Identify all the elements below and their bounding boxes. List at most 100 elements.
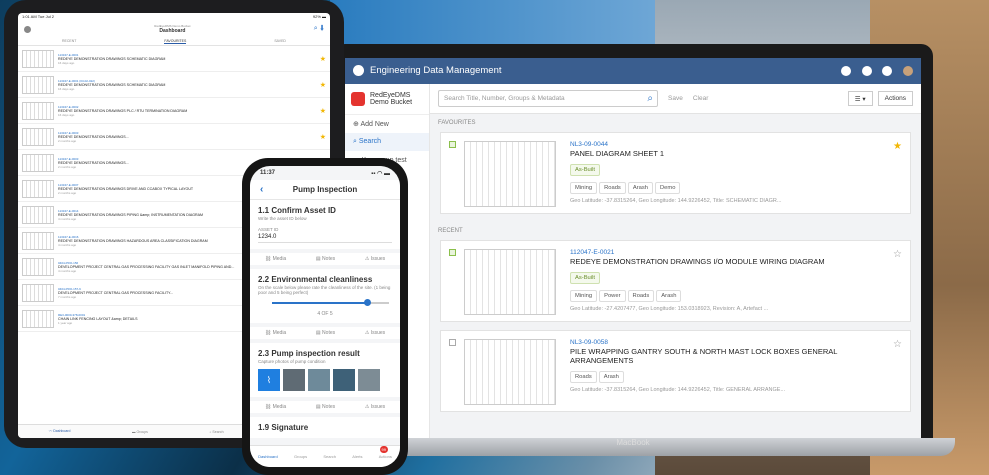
help-icon[interactable] [861,65,872,76]
tab-dashboard[interactable]: 〰 Dashboard [49,429,71,434]
tab-label: Dashboard [53,429,71,433]
tag-badge[interactable]: Power [599,290,626,302]
notes-button[interactable]: ▤ Notes [316,330,335,336]
tag-badge[interactable]: Mining [570,290,598,302]
status-time: 1:01 AM Tue Jul 2 [22,14,55,19]
search-icon[interactable]: ⌕ ⬇ [314,25,324,33]
iphone-device: 11:37 ▪▪ ◠ ▬ ‹ Pump Inspection 1.1 Confirm… [242,158,408,475]
photo-thumbnail[interactable] [333,369,355,391]
list-item[interactable]: 113347-E-0003 REDEYE DEMONSTRATION DRAWIN… [18,124,330,150]
bell-icon[interactable] [882,65,893,76]
clear-button[interactable]: Clear [693,95,709,102]
tab-search[interactable]: ⌕ Search [209,430,223,434]
tag-badge[interactable]: Arash [598,371,624,383]
iphone-screen: 11:37 ▪▪ ◠ ▬ ‹ Pump Inspection 1.1 Confirm… [250,166,400,467]
bucket-selector[interactable]: RedEyeDMS Demo Bucket [345,84,429,115]
tab-dashboard[interactable]: Dashboard [258,454,278,459]
avatar[interactable] [903,65,913,76]
tab-recent[interactable]: RECENT [62,39,76,43]
star-outline-icon[interactable]: ☆ [893,339,902,350]
photo-thumbnail[interactable] [358,369,380,391]
ipad-status-bar: 1:01 AM Tue Jul 2 92% ▬ [18,13,330,21]
media-button[interactable]: ⛓ Media [265,404,286,410]
item-date: 16 days ago [58,86,75,91]
tag-badge[interactable]: Roads [599,182,626,194]
save-button[interactable]: Save [668,95,683,102]
notes-button[interactable]: ▤ Notes [316,404,335,410]
card-checkbox[interactable] [449,339,456,346]
media-button[interactable]: ⛓ Media [265,256,286,262]
action-label: Media [272,404,287,410]
view-toggle-button[interactable]: ☰ ▾ [847,91,873,106]
item-name: REDEYE DEMONSTRATION DRAWINGS HAZARDOUS … [58,238,208,243]
macbook-label: MacBook [616,438,650,447]
photo-thumbnail[interactable] [283,369,305,391]
recent-heading: RECENT [438,228,463,234]
tab-alerts[interactable]: Alerts [352,454,362,459]
drawing-thumbnail[interactable] [464,249,556,315]
tag-badge[interactable]: Roads [570,371,597,383]
sidebar-item-search[interactable]: ⌕ Search [345,133,429,151]
card-id[interactable]: NL3-09-0058 [570,339,902,346]
document-card[interactable]: 112047-E-0021 REDEYE DEMONSTRATION DRAWI… [440,240,911,322]
star-icon[interactable]: ★ [320,107,326,115]
star-icon[interactable]: ★ [320,133,326,141]
issues-button[interactable]: ⚠ Issues [365,330,385,336]
drawing-thumbnail [22,309,54,328]
drawing-thumbnail[interactable] [464,339,556,405]
drawing-thumbnail [22,179,54,198]
search-icon[interactable]: ⌕ [647,93,653,104]
avatar[interactable] [24,25,31,33]
card-id[interactable]: NL3-09-0044 [570,141,781,148]
bucket-name: RedEyeDMS Demo Bucket [370,92,413,106]
document-card[interactable]: NL3-09-0058 PILE WRAPPING GANTRY SOUTH &… [440,330,911,412]
media-button[interactable]: ⛓ Media [265,330,286,336]
tab-favourites[interactable]: FAVOURITES [164,39,187,44]
asset-id-field[interactable]: 1234.0 [258,234,392,243]
top-bar: Engineering Data Management [345,58,921,84]
search-input[interactable]: Search Title, Number, Groups & Metadata ⌕ [438,90,658,107]
back-icon[interactable]: ‹ [260,184,263,195]
card-id[interactable]: 112047-E-0021 [570,249,825,256]
star-icon[interactable]: ★ [320,81,326,89]
notes-button[interactable]: ▤ Notes [316,256,335,262]
tab-groups[interactable]: Groups [294,454,307,459]
tag-badge[interactable]: Arash [656,290,682,302]
tab-actions[interactable]: Actions [379,454,392,459]
phone-status-bar: 11:37 ▪▪ ◠ ▬ [250,166,400,180]
sidebar-item-add-new[interactable]: ⊕ Add New [345,115,429,133]
drawing-thumbnail [22,49,54,68]
slider-knob[interactable] [364,299,371,306]
star-outline-icon[interactable]: ☆ [893,249,902,260]
drawing-thumbnail[interactable] [464,141,556,207]
card-checkbox[interactable] [449,249,456,256]
tag-badge[interactable]: Roads [627,290,655,302]
tag-badge[interactable]: Demo [655,182,681,194]
add-photo-button[interactable]: ⌇ [258,369,280,391]
tab-search[interactable]: Search [323,454,336,459]
issues-button[interactable]: ⚠ Issues [365,404,385,410]
document-card[interactable]: NL3-09-0044 PANEL DIAGRAM SHEET 1 As-Bui… [440,132,911,214]
tag-badge[interactable]: Mining [570,182,598,194]
background-sky [330,0,660,50]
star-icon[interactable]: ★ [893,141,902,152]
card-title: REDEYE DEMONSTRATION DRAWINGS I/O MODULE… [570,257,825,266]
question-actions: ⛓ Media ▤ Notes ⚠ Issues [250,327,400,339]
tab-groups[interactable]: ▬ Groups [132,430,148,434]
cleanliness-slider[interactable] [272,299,389,306]
actions-button[interactable]: Actions [877,91,913,106]
tag-badge[interactable]: Arash [627,182,653,194]
photo-thumbnail[interactable] [308,369,330,391]
card-checkbox[interactable] [449,141,456,148]
laptop-device: Engineering Data Management RedEyeDMS De… [333,44,933,444]
list-item[interactable]: 113347-E-0002 REDEYE DEMONSTRATION DRAWIN… [18,98,330,124]
list-item[interactable]: 113347-E-0001 (03-02-022) REDEYE DEMONSTR… [18,72,330,98]
chat-icon[interactable] [841,65,852,76]
card-metadata: Geo Latitude: -37.8315264, Geo Longitude… [570,198,782,204]
issues-button[interactable]: ⚠ Issues [365,256,385,262]
status-badge: As-Built [570,272,600,284]
list-item[interactable]: 113347-E-0001 REDEYE DEMONSTRATION DRAWIN… [18,46,330,72]
tab-saved[interactable]: SAVED [274,39,286,43]
redeye-logo-icon [351,92,365,106]
star-icon[interactable]: ★ [320,55,326,63]
